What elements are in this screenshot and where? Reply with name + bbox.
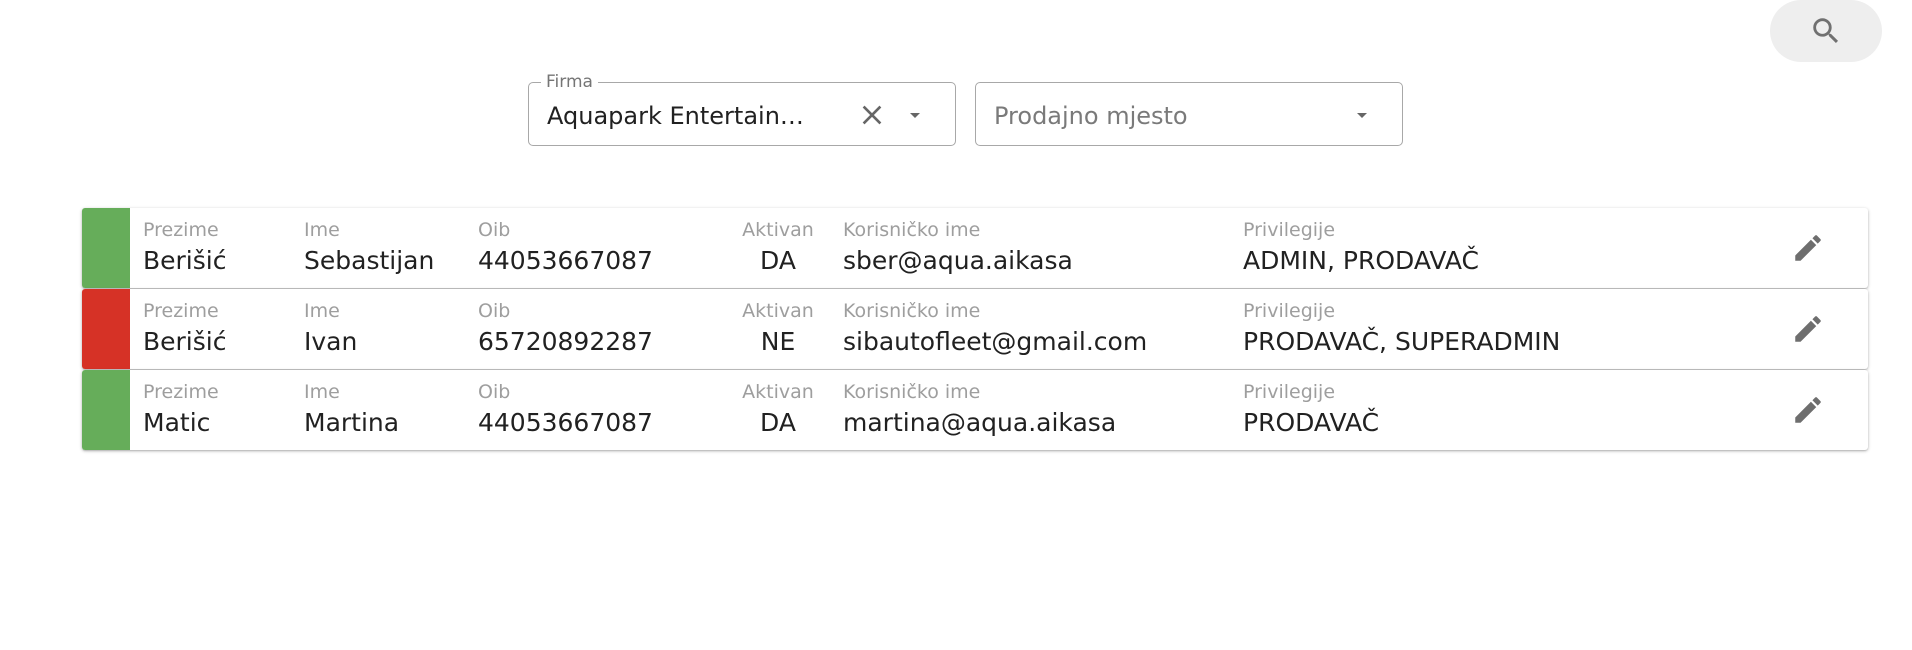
prezime-label: Prezime <box>143 219 219 241</box>
korisnicko-ime-cell: Korisničko ime sibautofleet@gmail.com <box>843 299 1147 359</box>
ime-cell: Ime Ivan <box>304 299 357 359</box>
user-list: Prezime Berišić Ime Sebastijan Oib 44053… <box>82 208 1868 451</box>
korisnicko-ime-cell: Korisničko ime sber@aqua.aikasa <box>843 218 1073 278</box>
arrow-drop-down-icon[interactable] <box>903 103 927 127</box>
privilegije-cell: Privilegije ADMIN, PRODAVAČ <box>1243 218 1479 278</box>
aktivan-cell: Aktivan DA <box>737 380 819 440</box>
close-icon[interactable] <box>856 99 888 131</box>
aktivan-cell: Aktivan DA <box>737 218 819 278</box>
edit-button[interactable] <box>1788 309 1828 349</box>
oib-cell: Oib 44053667087 <box>478 218 653 278</box>
oib-label: Oib <box>478 219 511 241</box>
ime-value: Sebastijan <box>304 246 435 275</box>
user-row[interactable]: Prezime Berišić Ime Ivan Oib 65720892287… <box>82 289 1868 369</box>
status-indicator <box>82 289 130 369</box>
firma-select[interactable]: Firma Aquapark Entertainment <box>528 72 956 146</box>
user-row[interactable]: Prezime Matic Ime Martina Oib 4405366708… <box>82 370 1868 450</box>
oib-value: 44053667087 <box>478 246 653 275</box>
prodajno-mjesto-select[interactable]: Prodajno mjesto <box>975 82 1403 146</box>
pencil-icon <box>1795 397 1821 423</box>
status-indicator <box>82 370 130 450</box>
prezime-label: Prezime <box>143 300 219 322</box>
oib-label: Oib <box>478 300 511 322</box>
aktivan-value: DA <box>760 246 796 275</box>
privilegije-cell: Privilegije PRODAVAČ, SUPERADMIN <box>1243 299 1560 359</box>
firma-value: Aquapark Entertainment <box>547 102 809 130</box>
edit-button[interactable] <box>1788 390 1828 430</box>
firma-label: Firma <box>541 72 598 92</box>
prodajno-mjesto-placeholder: Prodajno mjesto <box>994 102 1188 130</box>
search-button[interactable] <box>1770 0 1882 62</box>
status-indicator <box>82 208 130 288</box>
korisnicko-ime-label: Korisničko ime <box>843 381 981 403</box>
aktivan-label: Aktivan <box>742 381 814 403</box>
pencil-icon <box>1795 316 1821 342</box>
search-icon <box>1813 18 1839 44</box>
privilegije-value: PRODAVAČ, SUPERADMIN <box>1243 327 1561 356</box>
oib-cell: Oib 44053667087 <box>478 380 653 440</box>
prezime-cell: Prezime Berišić <box>143 299 226 359</box>
prezime-value: Berišić <box>143 246 227 275</box>
aktivan-label: Aktivan <box>742 300 814 322</box>
prezime-cell: Prezime Matic <box>143 380 219 440</box>
aktivan-label: Aktivan <box>742 219 814 241</box>
privilegije-cell: Privilegije PRODAVAČ <box>1243 380 1379 440</box>
korisnicko-ime-value: sber@aqua.aikasa <box>843 246 1073 275</box>
prezime-value: Berišić <box>143 327 227 356</box>
oib-value: 65720892287 <box>478 327 653 356</box>
pencil-icon <box>1795 235 1821 261</box>
edit-button[interactable] <box>1788 228 1828 268</box>
privilegije-value: PRODAVAČ <box>1243 408 1380 437</box>
privilegije-value: ADMIN, PRODAVAČ <box>1243 246 1479 275</box>
oib-cell: Oib 65720892287 <box>478 299 653 359</box>
ime-label: Ime <box>304 300 340 322</box>
user-row[interactable]: Prezime Berišić Ime Sebastijan Oib 44053… <box>82 208 1868 288</box>
korisnicko-ime-value: sibautofleet@gmail.com <box>843 327 1148 356</box>
oib-value: 44053667087 <box>478 408 653 437</box>
aktivan-cell: Aktivan NE <box>737 299 819 359</box>
ime-value: Martina <box>304 408 400 437</box>
prezime-cell: Prezime Berišić <box>143 218 226 278</box>
ime-value: Ivan <box>304 327 358 356</box>
korisnicko-ime-cell: Korisničko ime martina@aqua.aikasa <box>843 380 1116 440</box>
ime-cell: Ime Martina <box>304 380 399 440</box>
ime-label: Ime <box>304 381 340 403</box>
ime-label: Ime <box>304 219 340 241</box>
prezime-label: Prezime <box>143 381 219 403</box>
prezime-value: Matic <box>143 408 211 437</box>
korisnicko-ime-value: martina@aqua.aikasa <box>843 408 1117 437</box>
privilegije-label: Privilegije <box>1243 381 1336 403</box>
privilegije-label: Privilegije <box>1243 219 1336 241</box>
arrow-drop-down-icon[interactable] <box>1350 103 1374 127</box>
korisnicko-ime-label: Korisničko ime <box>843 300 981 322</box>
ime-cell: Ime Sebastijan <box>304 218 434 278</box>
aktivan-value: DA <box>760 408 796 437</box>
korisnicko-ime-label: Korisničko ime <box>843 219 981 241</box>
oib-label: Oib <box>478 381 511 403</box>
privilegije-label: Privilegije <box>1243 300 1336 322</box>
aktivan-value: NE <box>760 327 796 356</box>
